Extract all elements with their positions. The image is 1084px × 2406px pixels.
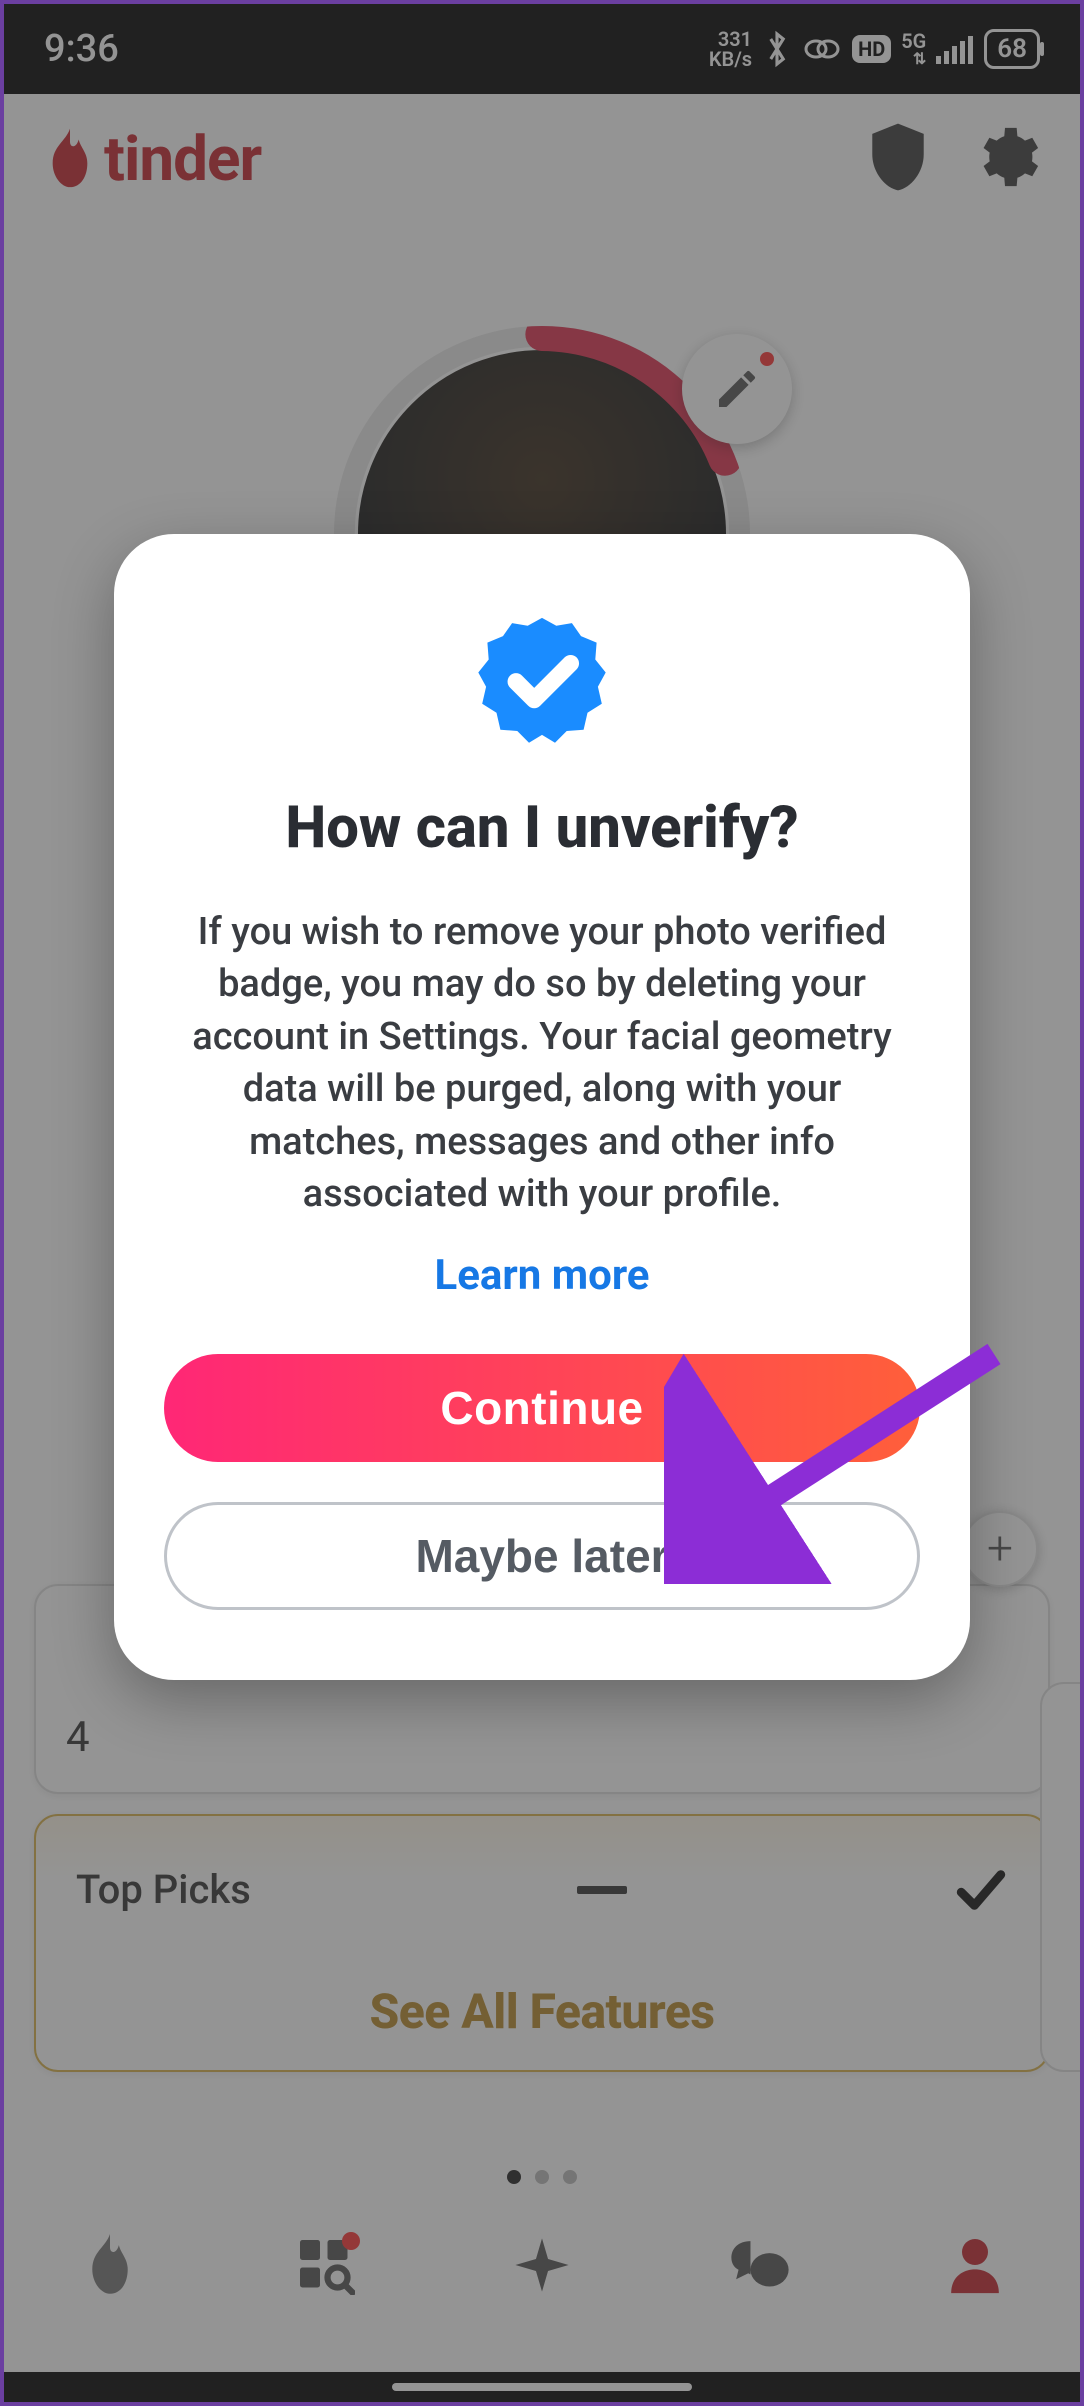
device-frame: 9:36 331 KB/s HD 5G ⇅ — [0, 0, 1084, 2406]
continue-button[interactable]: Continue — [164, 1354, 920, 1462]
learn-more-link[interactable]: Learn more — [164, 1251, 920, 1300]
unverify-modal: How can I unverify? If you wish to remov… — [114, 534, 970, 1680]
verified-badge-icon — [477, 614, 607, 744]
maybe-later-button[interactable]: Maybe later — [164, 1502, 920, 1610]
modal-title: How can I unverify? — [164, 794, 920, 862]
modal-body: If you wish to remove your photo verifie… — [164, 906, 920, 1221]
